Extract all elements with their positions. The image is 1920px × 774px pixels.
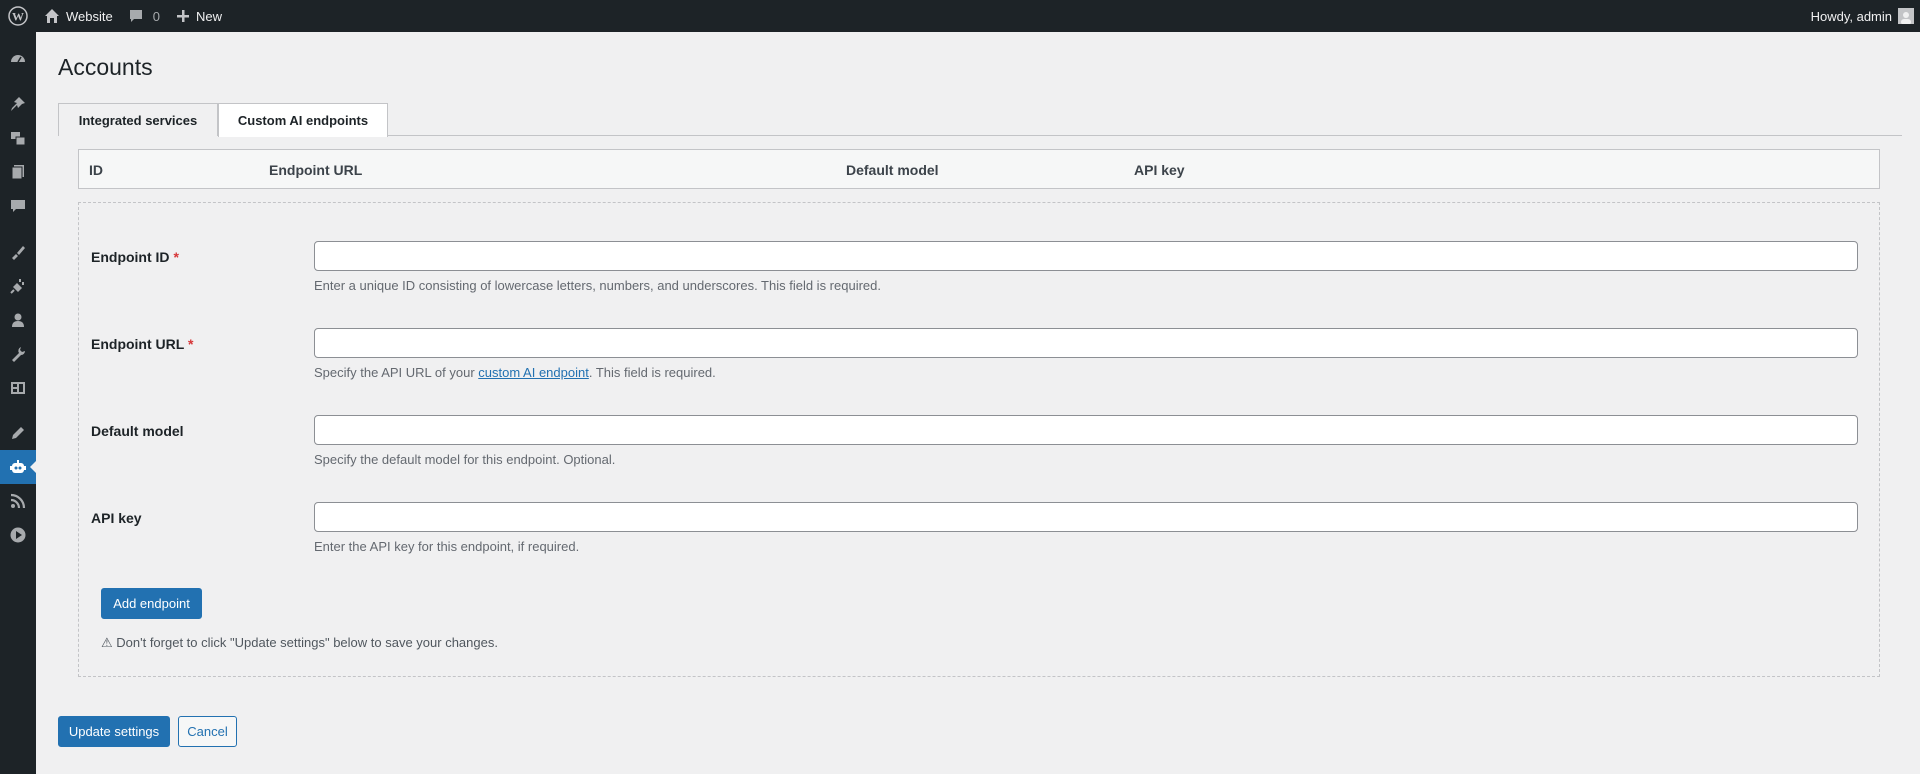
howdy-text: Howdy, admin (1810, 8, 1892, 24)
play-icon[interactable] (0, 518, 36, 552)
media-icon[interactable] (0, 121, 36, 155)
pin-icon[interactable] (0, 87, 36, 121)
custom-ai-endpoint-link[interactable]: custom AI endpoint (478, 365, 589, 380)
settings-icon[interactable] (0, 371, 36, 405)
endpoint-id-input[interactable] (314, 241, 1858, 271)
add-endpoint-button[interactable]: Add endpoint (101, 588, 202, 619)
ai-robot-icon[interactable] (0, 450, 37, 484)
users-icon[interactable] (0, 303, 36, 337)
tab-integrated-services[interactable]: Integrated services (58, 103, 218, 136)
add-endpoint-form: Endpoint ID * Enter a unique ID consisti… (78, 202, 1880, 677)
site-name-link[interactable]: Website (36, 0, 121, 32)
comments-icon[interactable] (0, 189, 36, 223)
endpoint-url-input[interactable] (314, 328, 1858, 358)
comments-link[interactable]: 0 (121, 0, 168, 32)
endpoints-table-header: ID Endpoint URL Default model API key (78, 149, 1880, 189)
appearance-icon[interactable] (0, 235, 36, 269)
unsaved-changes-warning: ⚠ Don't forget to click "Update settings… (101, 635, 498, 650)
update-settings-button[interactable]: Update settings (58, 716, 170, 747)
api-key-description: Enter the API key for this endpoint, if … (314, 539, 580, 554)
endpoint-id-label: Endpoint ID * (91, 249, 179, 265)
pages-icon[interactable] (0, 155, 36, 189)
site-name: Website (66, 8, 113, 24)
endpoint-url-label: Endpoint URL * (91, 336, 194, 352)
default-model-label: Default model (91, 423, 184, 439)
plugins-icon[interactable] (0, 269, 36, 303)
wordpress-logo-icon[interactable]: W (0, 0, 36, 32)
plus-icon (176, 9, 190, 23)
admin-bar: W Website 0 New Howdy, admin (0, 0, 1920, 32)
avatar (1898, 8, 1914, 24)
dashboard-icon[interactable] (0, 42, 36, 76)
api-key-label: API key (91, 510, 142, 526)
tab-bar: Integrated services Custom AI endpoints (58, 103, 1902, 137)
tools-icon[interactable] (0, 337, 36, 371)
required-marker: * (187, 336, 194, 352)
default-model-description: Specify the default model for this endpo… (314, 452, 616, 467)
pen-icon[interactable] (0, 416, 36, 450)
endpoint-id-description: Enter a unique ID consisting of lowercas… (314, 278, 881, 293)
default-model-input[interactable] (314, 415, 1858, 445)
column-header-api-key: API key (1134, 162, 1185, 178)
comment-bubble-icon (129, 9, 143, 23)
admin-sidebar (0, 32, 37, 774)
new-content-link[interactable]: New (168, 0, 230, 32)
cancel-button[interactable]: Cancel (178, 716, 237, 747)
required-marker: * (173, 249, 179, 265)
rss-icon[interactable] (0, 484, 36, 518)
page-title: Accounts (58, 54, 153, 80)
new-label: New (195, 8, 222, 24)
home-icon (44, 8, 60, 24)
api-key-input[interactable] (314, 502, 1858, 532)
column-header-endpoint-url: Endpoint URL (269, 162, 363, 178)
comments-count: 0 (152, 8, 160, 24)
account-menu[interactable]: Howdy, admin (1803, 0, 1920, 32)
tab-custom-ai-endpoints[interactable]: Custom AI endpoints (218, 103, 388, 137)
svg-text:W: W (12, 10, 24, 24)
endpoint-url-description: Specify the API URL of your custom AI en… (314, 365, 716, 380)
column-header-default-model: Default model (846, 162, 939, 178)
column-header-id: ID (89, 162, 103, 178)
